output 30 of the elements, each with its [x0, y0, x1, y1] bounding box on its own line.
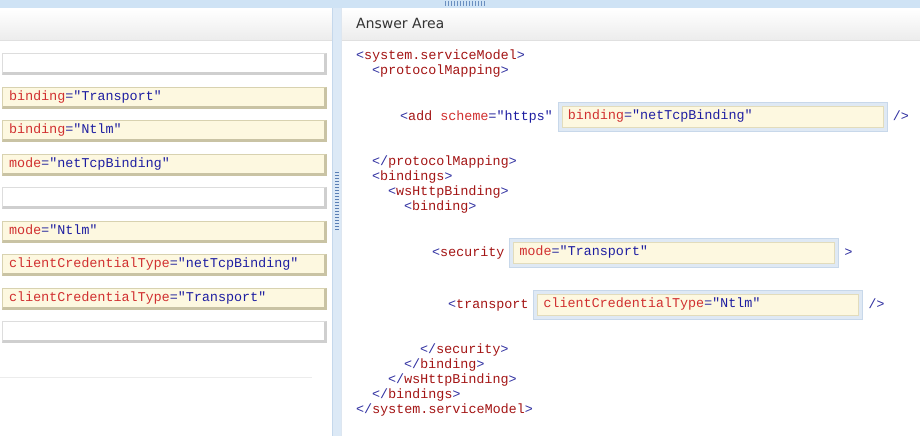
splitter[interactable]	[332, 8, 341, 436]
answer-drop-slot[interactable]: clientCredentialType="Ntlm"	[534, 291, 862, 319]
code-line: </system.serviceModel>	[356, 403, 533, 418]
code-text: />	[892, 110, 909, 124]
answer-drop-slot[interactable]: mode="Transport"	[510, 239, 838, 267]
splitter-grip-icon[interactable]	[335, 172, 339, 232]
answer-option[interactable]: binding="Ntlm"	[2, 120, 327, 142]
answer-option[interactable]: clientCredentialType="netTcpBinding"	[2, 254, 327, 276]
answer-drop-slot[interactable]: binding="netTcpBinding"	[558, 103, 887, 131]
answer-option[interactable]: mode="Ntlm"	[2, 220, 327, 242]
code-line: <system.serviceModel>	[356, 49, 525, 64]
code-text: <add scheme="https"	[400, 110, 553, 124]
code-text: />	[868, 298, 884, 312]
code-line: </protocolMapping>	[372, 155, 517, 170]
resize-grip-icon[interactable]	[445, 1, 485, 6]
code-line: <binding>	[404, 200, 476, 215]
code-text: <transport	[448, 298, 528, 312]
code-line: <protocolMapping>	[372, 64, 509, 79]
code-text: >	[844, 246, 852, 260]
code-line: </security>	[420, 343, 508, 358]
code-line: </bindings>	[372, 388, 460, 403]
code-text: <security	[432, 246, 504, 260]
answer-option[interactable]: binding="Transport"	[2, 86, 327, 108]
answer-option[interactable]: mode="netTcpBinding"	[2, 154, 327, 176]
code-line: <bindings>	[372, 170, 452, 185]
panel-title: Answer Area	[355, 16, 444, 32]
code-line: <wsHttpBinding>	[388, 185, 509, 200]
code-line: </binding>	[404, 358, 484, 373]
answer-option[interactable]: clientCredentialType="Transport"	[2, 288, 327, 310]
code-line: </wsHttpBinding>	[388, 373, 517, 388]
